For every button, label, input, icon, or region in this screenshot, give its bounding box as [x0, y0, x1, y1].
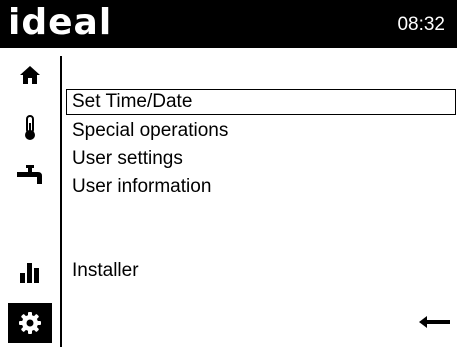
sidebar-item-statistics[interactable]: [10, 255, 50, 289]
sidebar-item-settings[interactable]: [8, 303, 52, 343]
sidebar-item-hot-water[interactable]: [10, 158, 50, 192]
tap-icon: [17, 165, 42, 184]
clock-time: 08:32: [397, 14, 445, 35]
bar-chart-icon: [20, 263, 39, 283]
back-arrow-icon[interactable]: [418, 312, 452, 332]
sidebar-item-home[interactable]: [10, 58, 50, 92]
gear-icon: [19, 312, 41, 334]
home-icon: [20, 66, 40, 84]
menu-item-user-settings[interactable]: User settings: [66, 146, 183, 172]
sidebar-item-heating[interactable]: [10, 111, 50, 145]
menu-item-installer[interactable]: Installer: [66, 258, 139, 284]
header-bar: ideal 08:32: [0, 0, 457, 48]
sidebar-divider: [60, 56, 62, 347]
menu-item-user-information[interactable]: User information: [66, 174, 211, 200]
menu-item-set-time-date[interactable]: Set Time/Date: [66, 89, 456, 115]
sidebar: [0, 48, 60, 347]
thermometer-icon: [25, 115, 35, 140]
ideal-logo: ideal: [8, 2, 113, 43]
menu-item-special-operations[interactable]: Special operations: [66, 118, 228, 144]
